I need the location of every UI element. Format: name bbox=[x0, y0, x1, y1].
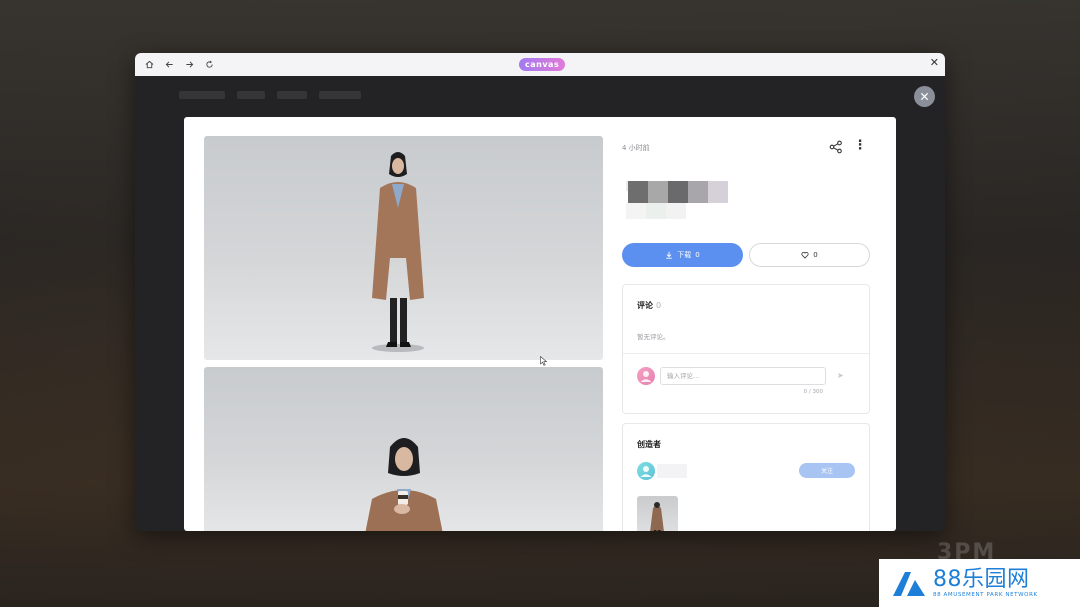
home-icon[interactable] bbox=[140, 56, 158, 74]
image-detail-modal: 4 小时前 ⋮ 下载 0 0 评论 0 暂无评论。 输入评论... ➤ 0 / … bbox=[184, 117, 896, 531]
user-icon bbox=[640, 371, 652, 382]
comments-title: 评论 0 bbox=[637, 300, 661, 311]
avatar bbox=[637, 367, 655, 385]
woman-in-coat-figure bbox=[372, 152, 424, 352]
watermark-main: 88乐园网 bbox=[933, 567, 1030, 592]
generated-image-2[interactable] bbox=[204, 367, 603, 531]
download-icon bbox=[666, 251, 673, 259]
detail-sidebar: 4 小时前 ⋮ 下载 0 0 评论 0 暂无评论。 输入评论... ➤ 0 / … bbox=[622, 136, 872, 531]
heart-icon bbox=[801, 252, 809, 259]
redacted-creator-name bbox=[657, 464, 687, 478]
watermark-text: 88乐园网 88 AMUSEMENT PARK NETWORK bbox=[933, 567, 1038, 599]
creator-panel: 创造者 关注 bbox=[622, 423, 870, 531]
watermark-sub: 88 AMUSEMENT PARK NETWORK bbox=[933, 592, 1038, 598]
dimmed-navigation bbox=[179, 88, 879, 102]
download-count: 0 bbox=[695, 251, 700, 259]
generated-image-1[interactable] bbox=[204, 136, 603, 360]
comments-panel: 评论0 暂无评论。 ➤ 0 / 300 bbox=[622, 284, 870, 414]
like-button[interactable]: 0 bbox=[749, 243, 870, 267]
comment-input[interactable] bbox=[660, 367, 826, 385]
follow-button[interactable]: 关注 bbox=[799, 463, 855, 478]
empty-comments-text: 暂无评论。 bbox=[637, 333, 670, 341]
send-icon[interactable]: ➤ bbox=[837, 371, 844, 380]
mouse-cursor-icon bbox=[540, 356, 548, 366]
more-options-icon[interactable]: ⋮ bbox=[853, 139, 867, 155]
close-icon[interactable]: ✕ bbox=[930, 56, 939, 69]
comment-char-counter: 0 / 300 bbox=[803, 389, 823, 395]
post-time: 4 小时前 bbox=[622, 144, 650, 152]
user-icon bbox=[640, 466, 652, 477]
download-label: 下载 bbox=[677, 251, 692, 259]
modal-close-button[interactable] bbox=[914, 86, 935, 107]
comments-title-text: 评论 bbox=[637, 301, 653, 310]
comments-count: 0 bbox=[656, 301, 662, 310]
creator-work-thumbnail[interactable] bbox=[637, 496, 678, 531]
arrow-left-icon[interactable] bbox=[160, 56, 178, 74]
like-count: 0 bbox=[813, 251, 818, 259]
watermark-logo-icon bbox=[893, 572, 925, 596]
divider bbox=[623, 353, 869, 354]
canvas-logo: canvas bbox=[519, 58, 566, 71]
creator-title: 创造者 bbox=[637, 440, 661, 449]
refresh-icon[interactable] bbox=[200, 56, 218, 74]
close-icon bbox=[920, 92, 929, 101]
site-watermark: 88乐园网 88 AMUSEMENT PARK NETWORK bbox=[879, 559, 1080, 607]
woman-holding-cup-figure bbox=[365, 438, 443, 531]
creator-avatar[interactable] bbox=[637, 462, 655, 480]
thumbnail-figure bbox=[650, 502, 664, 531]
share-icon[interactable] bbox=[829, 140, 843, 154]
browser-titlebar: canvas ✕ bbox=[135, 53, 945, 77]
download-button[interactable]: 下载 0 bbox=[622, 243, 743, 267]
image-gallery bbox=[204, 136, 603, 531]
arrow-right-icon[interactable] bbox=[180, 56, 198, 74]
